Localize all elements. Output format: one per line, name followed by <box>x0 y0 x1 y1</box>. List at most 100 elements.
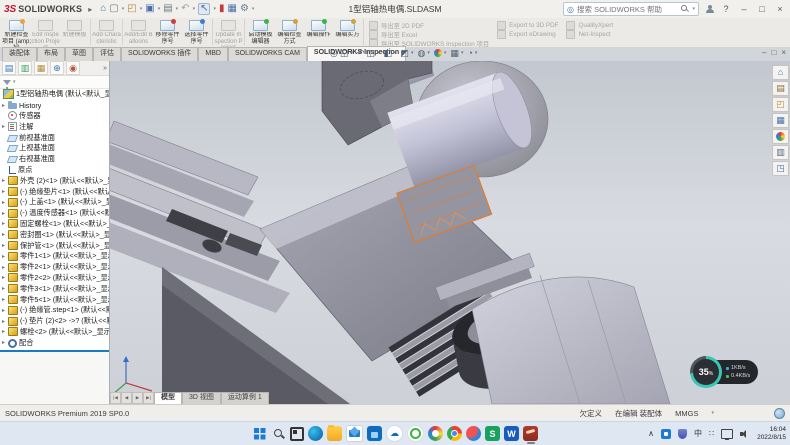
sheet-nav-icon[interactable]: ▶| <box>143 392 154 404</box>
sheet-nav-icon[interactable]: ◀ <box>121 392 132 404</box>
tree-item[interactable]: ▸零件3<1> (默认<<默认>_显示状 <box>0 283 109 294</box>
tree-item[interactable]: ▸零件1<1> (默认<<默认>_显示状 <box>0 251 109 262</box>
taskbar-app-sphere-icon[interactable] <box>466 426 481 441</box>
edit-operations-button[interactable]: 编辑操作 <box>304 19 333 47</box>
ime-indicator[interactable]: 中 <box>694 428 702 439</box>
taskbar-file-explorer-icon[interactable] <box>327 426 342 441</box>
display-style-icon[interactable]: ◩ <box>401 48 410 58</box>
tree-item[interactable]: 传感器 <box>0 111 109 122</box>
doc-close-button[interactable]: × <box>781 48 786 57</box>
tab-评估[interactable]: 评估 <box>93 47 121 61</box>
file-explorer-icon[interactable]: ◰ <box>772 97 789 112</box>
undo-icon[interactable]: ↶ <box>181 4 189 14</box>
dropdown-caret-icon[interactable]: ▾ <box>158 6 161 12</box>
launch-template-editor-button[interactable]: 启动模板编辑器 <box>246 19 275 47</box>
tab-SOLIDWORKS 插件[interactable]: SOLIDWORKS 插件 <box>121 47 198 61</box>
tree-item[interactable]: ▸(-) 温度传感器<1> (默认<<默认>_ <box>0 208 109 219</box>
tree-item[interactable]: ▸外壳 (2)<1> (默认<<默认>_显示状 <box>0 175 109 186</box>
search-caret-icon[interactable]: ▾ <box>692 6 695 12</box>
tab-布局[interactable]: 布局 <box>37 47 65 61</box>
taskbar-store-icon[interactable] <box>367 426 382 441</box>
view-palette-icon[interactable]: ▦ <box>772 113 789 128</box>
dropdown-caret-icon[interactable]: ▾ <box>475 50 478 56</box>
view-orientation-icon[interactable]: ◧ <box>383 48 392 58</box>
dropdown-caret-icon[interactable]: ▾ <box>122 6 125 12</box>
taskbar-search-icon[interactable] <box>271 426 286 441</box>
model-flange-plates[interactable] <box>110 121 290 313</box>
tree-item[interactable]: ▸保护管<1> (默认<<默认>_显示状 <box>0 240 109 251</box>
edit-inspection-methods-button[interactable]: 编辑检查方式 <box>275 19 304 47</box>
graphics-viewport[interactable]: ⌂▤◰▦▥◳ 1KB/s 0.4KB/s 35% <box>110 61 790 404</box>
doc-minimize-button[interactable]: – <box>762 48 766 57</box>
tab-SOLIDWORKS CAM[interactable]: SOLIDWORKS CAM <box>228 47 307 61</box>
taskbar-task-view-icon[interactable] <box>290 427 304 441</box>
tray-app-icon[interactable] <box>661 429 671 439</box>
hide-show-items-icon[interactable]: ◍ <box>418 48 426 58</box>
status-globe-icon[interactable] <box>774 408 785 419</box>
remove-balloons-button[interactable]: 移除零件序号 <box>153 19 182 47</box>
open-icon[interactable]: ◰ <box>127 4 136 14</box>
edit-appearance-icon[interactable] <box>434 49 442 57</box>
sheet-nav-icon[interactable]: ▶ <box>132 392 143 404</box>
solidworks-resources-icon[interactable]: ⌂ <box>772 65 789 80</box>
dropdown-caret-icon[interactable]: ▾ <box>444 50 447 56</box>
cad-model-canvas[interactable] <box>110 61 790 404</box>
tray-grid-icon[interactable]: ∷ <box>709 429 714 438</box>
tree-item[interactable]: ▸密封圈<1> (默认<<默认>_显示状 <box>0 229 109 240</box>
tree-item[interactable]: ▸零件2<2> (默认<<默认>_显示状 <box>0 273 109 284</box>
previous-view-icon[interactable]: ↶ <box>357 48 365 58</box>
taskbar-wps-icon[interactable]: S <box>485 426 500 441</box>
tree-item[interactable]: ▸(-) 垫片 (2)<2> ->? (默认<<默认 <box>0 316 109 327</box>
tree-item[interactable]: 原点 <box>0 165 109 176</box>
taskbar-solidworks-icon[interactable] <box>523 426 538 441</box>
units-caret-icon[interactable]: ▾ <box>711 410 714 416</box>
dimxpertmanager-tab-icon[interactable]: ⊕ <box>50 61 64 75</box>
tab-草图[interactable]: 草图 <box>65 47 93 61</box>
configurationmanager-tab-icon[interactable]: ▦ <box>34 61 48 75</box>
edit-specifications-button[interactable]: 编辑实方 <box>333 19 362 47</box>
taskbar-browser-360-icon[interactable] <box>428 426 443 441</box>
print-icon[interactable]: ▤ <box>163 4 172 14</box>
dropdown-caret-icon[interactable]: ▾ <box>411 50 414 56</box>
menu-expand-arrow-icon[interactable]: ▸ <box>88 5 92 14</box>
taskbar-chrome-icon[interactable] <box>447 426 462 441</box>
network-icon[interactable] <box>721 429 733 439</box>
select-icon[interactable]: ↖ <box>198 3 210 15</box>
displaymanager-tab-icon[interactable]: ◉ <box>66 61 80 75</box>
sign-in-icon[interactable] <box>705 5 714 14</box>
filter-funnel-icon[interactable] <box>3 80 11 85</box>
sheet-tab-2[interactable]: 3D 视图 <box>182 392 221 404</box>
sheet-tab-3[interactable]: 运动算例 1 <box>221 392 269 404</box>
apply-scene-icon[interactable]: ▦ <box>450 48 459 58</box>
clock[interactable]: 16:04 2022/8/15 <box>757 426 786 441</box>
filter-caret-icon[interactable]: ▾ <box>13 79 16 85</box>
dropdown-caret-icon[interactable]: ▾ <box>377 50 380 56</box>
tree-item[interactable]: ▸(-) 上盖<1> (默认<<默认>_显示状 <box>0 197 109 208</box>
design-library-icon[interactable]: ▤ <box>772 81 789 96</box>
save-icon[interactable]: ▣ <box>145 4 154 14</box>
select-balloons-button[interactable]: 选择零件序号 <box>182 19 211 47</box>
dropdown-caret-icon[interactable]: ▾ <box>394 50 397 56</box>
dropdown-caret-icon[interactable]: ▾ <box>350 50 353 56</box>
taskbar-start-icon[interactable] <box>252 426 267 441</box>
dropdown-caret-icon[interactable]: ▾ <box>252 6 255 12</box>
featuremanager-tab-icon[interactable]: ▤ <box>2 61 16 75</box>
tray-shield-icon[interactable] <box>678 429 687 439</box>
zoom-area-icon[interactable]: ◱ <box>340 48 349 58</box>
tray-chevron-icon[interactable]: ∧ <box>648 429 654 438</box>
model-lower-cylinder[interactable] <box>472 275 670 404</box>
tree-filter-row[interactable]: ▾ <box>0 76 109 89</box>
rebuild-icon[interactable]: ▮ <box>219 4 225 14</box>
tree-item[interactable]: ▸History <box>0 100 109 111</box>
zoom-fit-icon[interactable]: ◎ <box>330 48 338 58</box>
sheet-nav-icon[interactable]: |◀ <box>110 392 121 404</box>
propertymanager-tab-icon[interactable]: ▥ <box>18 61 32 75</box>
taskbar-onedrive-icon[interactable]: ☁ <box>386 425 403 442</box>
options-icon[interactable]: ⚙ <box>240 4 249 14</box>
tree-item[interactable]: ▸(-) 绝缘垫片<1> (默认<<默认>_显 <box>0 186 109 197</box>
dropdown-caret-icon[interactable]: ▾ <box>193 6 196 12</box>
taskbar-mail-icon[interactable] <box>346 425 363 442</box>
dropdown-caret-icon[interactable]: ▾ <box>176 6 179 12</box>
tab-装配体[interactable]: 装配体 <box>2 47 37 61</box>
help-search-box[interactable]: ◎ ▾ <box>563 2 699 16</box>
